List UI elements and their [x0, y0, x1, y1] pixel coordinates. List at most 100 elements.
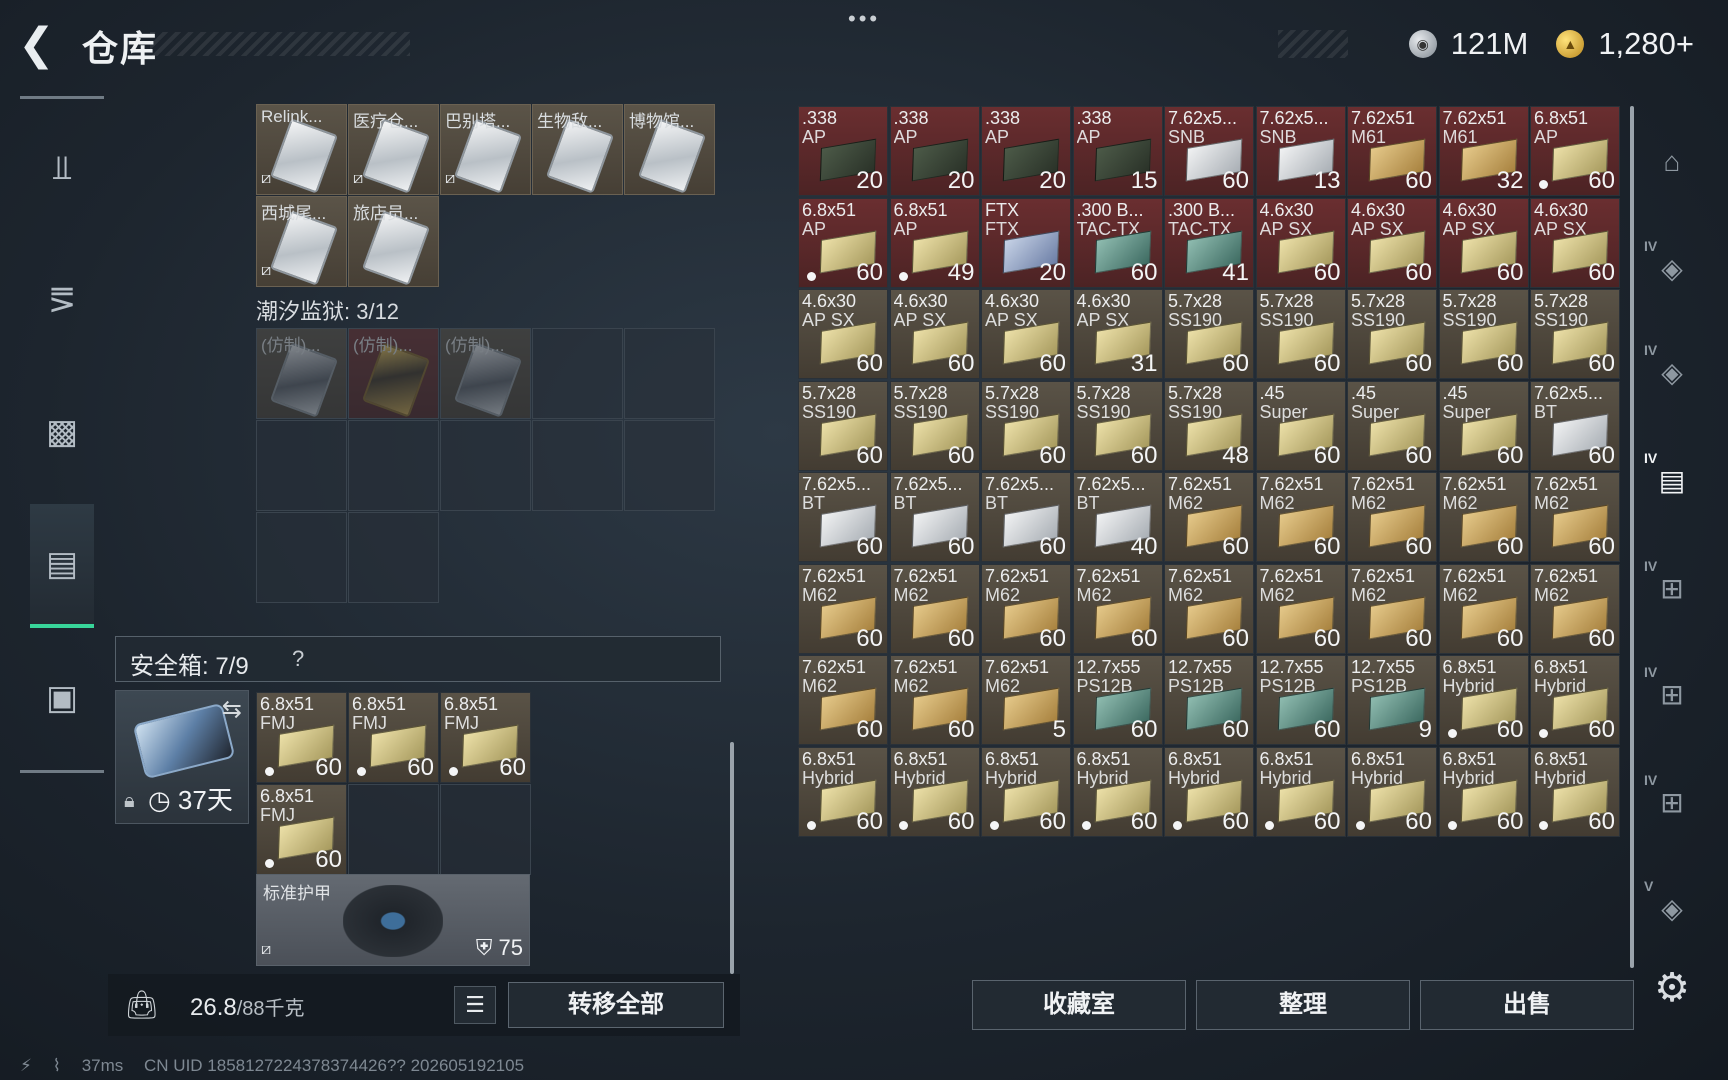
keycard-slot[interactable]: Relink... ⧄ — [256, 104, 347, 195]
stash-ammo-item[interactable]: .300 B... TAC-TX 60 — [1072, 197, 1163, 288]
stash-ammo-item[interactable]: 7.62x51 M62 60 — [798, 655, 888, 745]
stash-ammo-item[interactable]: .338 AP 20 — [798, 106, 888, 196]
weapon-tab-icon[interactable]: ⫫ — [30, 136, 94, 200]
back-arrow-icon[interactable]: ❮ — [18, 22, 60, 68]
stash-ammo-item[interactable]: 5.7x28 SS190 48 — [1164, 380, 1254, 471]
help-icon[interactable]: ? — [292, 646, 304, 672]
backpack-tab-icon[interactable]: ▩ — [30, 400, 94, 464]
stash-ammo-item[interactable]: 4.6x30 AP SX 60 — [889, 289, 980, 379]
briefcase-tab-icon[interactable]: ▣ — [30, 666, 94, 730]
stash-ammo-item[interactable]: .45 Super 60 — [1255, 380, 1346, 471]
empty-slot[interactable] — [256, 420, 347, 511]
stash-tab-v-icon[interactable]: V ◈ — [1640, 876, 1704, 940]
swap-icon[interactable]: ⇆ — [222, 695, 242, 724]
stash-ammo-item[interactable]: 5.7x28 SS190 60 — [1072, 380, 1163, 471]
stash-ammo-item[interactable]: 7.62x51 M62 60 — [981, 563, 1071, 654]
stash-ammo-item[interactable]: 6.8x51 Hybrid 60 — [889, 746, 980, 837]
stash-ammo-item[interactable]: 4.6x30 AP SX 60 — [1530, 197, 1620, 288]
empty-slot[interactable] — [440, 420, 531, 511]
stash-ammo-item[interactable]: 7.62x51 M62 5 — [981, 655, 1071, 745]
empty-slot[interactable] — [532, 420, 623, 511]
ammo-item[interactable]: 6.8x51 FMJ 60 — [440, 692, 531, 783]
keycard-slot[interactable]: 博物馆... — [624, 104, 715, 195]
empty-slot[interactable] — [624, 328, 715, 419]
stash-tab-iv-add-2-icon[interactable]: IV ⊞ — [1640, 662, 1704, 726]
sell-button[interactable]: 出售 — [1420, 980, 1634, 1030]
empty-slot[interactable] — [348, 784, 439, 875]
empty-slot[interactable] — [256, 328, 347, 419]
stash-ammo-item[interactable]: 4.6x30 AP SX 60 — [798, 289, 888, 379]
stash-ammo-item[interactable]: 6.8x51 Hybrid 60 — [1438, 746, 1529, 837]
ammo-item[interactable]: 6.8x51 FMJ 60 — [256, 784, 347, 875]
keycard-slot[interactable]: 医疗仓... ⧄ — [348, 104, 439, 195]
stash-ammo-item[interactable]: 7.62x51 M61 32 — [1438, 106, 1529, 196]
stash-ammo-item[interactable]: 5.7x28 SS190 60 — [1347, 289, 1437, 379]
stash-ammo-item[interactable]: 7.62x51 M62 60 — [1164, 563, 1254, 654]
stash-ammo-item[interactable]: 12.7x55 PS12B 60 — [1164, 655, 1254, 745]
stash-ammo-item[interactable]: 12.7x55 PS12B 9 — [1347, 655, 1437, 745]
stash-ammo-item[interactable]: 6.8x51 Hybrid 60 — [1530, 655, 1620, 745]
stash-ammo-item[interactable]: 6.8x51 AP 49 — [889, 197, 980, 288]
stash-ammo-item[interactable]: 4.6x30 AP SX 60 — [981, 289, 1071, 379]
keycard-slot[interactable]: 巴别塔... ⧄ — [440, 104, 531, 195]
transfer-all-button[interactable]: 转移全部 — [508, 982, 724, 1028]
stash-ammo-item[interactable]: 7.62x51 M62 60 — [1347, 472, 1437, 562]
stash-ammo-item[interactable]: 5.7x28 SS190 60 — [1164, 289, 1254, 379]
stash-ammo-item[interactable]: 6.8x51 Hybrid 60 — [1255, 746, 1346, 837]
stash-ammo-item[interactable]: 6.8x51 Hybrid 60 — [798, 746, 888, 837]
stash-ammo-item[interactable]: .338 AP 20 — [889, 106, 980, 196]
stash-ammo-item[interactable]: 6.8x51 Hybrid 60 — [981, 746, 1071, 837]
stash-ammo-item[interactable]: 7.62x5... BT 60 — [981, 472, 1071, 562]
stash-ammo-item[interactable]: .45 Super 60 — [1438, 380, 1529, 471]
stash-scrollbar[interactable] — [1630, 106, 1634, 968]
stash-tab-iv-add-3-icon[interactable]: IV ⊞ — [1640, 770, 1704, 834]
stash-ammo-item[interactable]: 5.7x28 SS190 60 — [1438, 289, 1529, 379]
stash-tab-iv-3-icon[interactable]: IV ▤ — [1640, 448, 1704, 512]
stash-ammo-item[interactable]: 7.62x5... BT 60 — [889, 472, 980, 562]
stash-ammo-item[interactable]: 7.62x51 M62 60 — [1072, 563, 1163, 654]
ammo-item[interactable]: 6.8x51 FMJ 60 — [348, 692, 439, 783]
empty-slot[interactable] — [348, 328, 439, 419]
stash-ammo-item[interactable]: 12.7x55 PS12B 60 — [1255, 655, 1346, 745]
stash-ammo-item[interactable]: 5.7x28 SS190 60 — [1255, 289, 1346, 379]
empty-slot[interactable] — [348, 420, 439, 511]
collection-room-button[interactable]: 收藏室 — [972, 980, 1186, 1030]
stash-ammo-item[interactable]: 4.6x30 AP SX 31 — [1072, 289, 1163, 379]
stash-ammo-item[interactable]: 7.62x5... BT 60 — [1530, 380, 1620, 471]
empty-slot[interactable] — [256, 512, 347, 603]
stash-ammo-item[interactable]: 7.62x5... SNB 13 — [1255, 106, 1346, 196]
stash-ammo-item[interactable]: 7.62x51 M62 60 — [1255, 472, 1346, 562]
stash-ammo-item[interactable]: 7.62x51 M62 60 — [1438, 563, 1529, 654]
keycard-slot[interactable]: 生物敌... — [532, 104, 623, 195]
empty-slot[interactable] — [440, 784, 531, 875]
stash-ammo-item[interactable]: 6.8x51 Hybrid 60 — [1438, 655, 1529, 745]
container-tab-icon[interactable]: ▤ — [30, 504, 94, 628]
stash-ammo-item[interactable]: 6.8x51 Hybrid 60 — [1072, 746, 1163, 837]
gold-currency-value[interactable]: 1,280+ — [1598, 26, 1694, 62]
empty-slot[interactable] — [440, 328, 531, 419]
stash-ammo-item[interactable]: 7.62x51 M62 60 — [1438, 472, 1529, 562]
empty-slot[interactable] — [348, 512, 439, 603]
empty-slot[interactable] — [532, 328, 623, 419]
stash-ammo-item[interactable]: 7.62x5... BT 40 — [1072, 472, 1163, 562]
armor-tab-icon[interactable]: ⪚ — [30, 268, 94, 332]
stash-ammo-item[interactable]: 5.7x28 SS190 60 — [981, 380, 1071, 471]
armor-item[interactable]: 标准护甲 ⧄ ⛨ 75 — [256, 874, 530, 966]
stash-ammo-item[interactable]: 4.6x30 AP SX 60 — [1347, 197, 1437, 288]
stash-tab-iv-1-icon[interactable]: IV ◈ — [1640, 236, 1704, 300]
stash-ammo-item[interactable]: 7.62x51 M62 60 — [889, 655, 980, 745]
stash-tab-iv-add-1-icon[interactable]: IV ⊞ — [1640, 556, 1704, 620]
keycard-slot[interactable]: 西城尾... ⧄ — [256, 196, 347, 287]
stash-tab-home-icon[interactable]: ⌂ — [1640, 130, 1704, 194]
stash-ammo-item[interactable]: 7.62x51 M62 60 — [798, 563, 888, 654]
safebox-item[interactable]: ⇆ 🔒︎ ◷ 37天 — [115, 690, 249, 824]
list-view-button[interactable]: ☰ — [454, 986, 496, 1024]
ammo-item[interactable]: 6.8x51 FMJ 60 — [256, 692, 347, 783]
stash-ammo-item[interactable]: 6.8x51 Hybrid 60 — [1347, 746, 1437, 837]
stash-ammo-item[interactable]: FTX FTX 20 — [981, 197, 1071, 288]
stash-ammo-item[interactable]: 7.62x5... SNB 60 — [1164, 106, 1254, 196]
stash-ammo-item[interactable]: 6.8x51 AP 60 — [1530, 106, 1620, 196]
stash-ammo-item[interactable]: 7.62x51 M62 60 — [1255, 563, 1346, 654]
stash-ammo-item[interactable]: 7.62x51 M62 60 — [889, 563, 980, 654]
stash-ammo-item[interactable]: .338 AP 20 — [981, 106, 1071, 196]
